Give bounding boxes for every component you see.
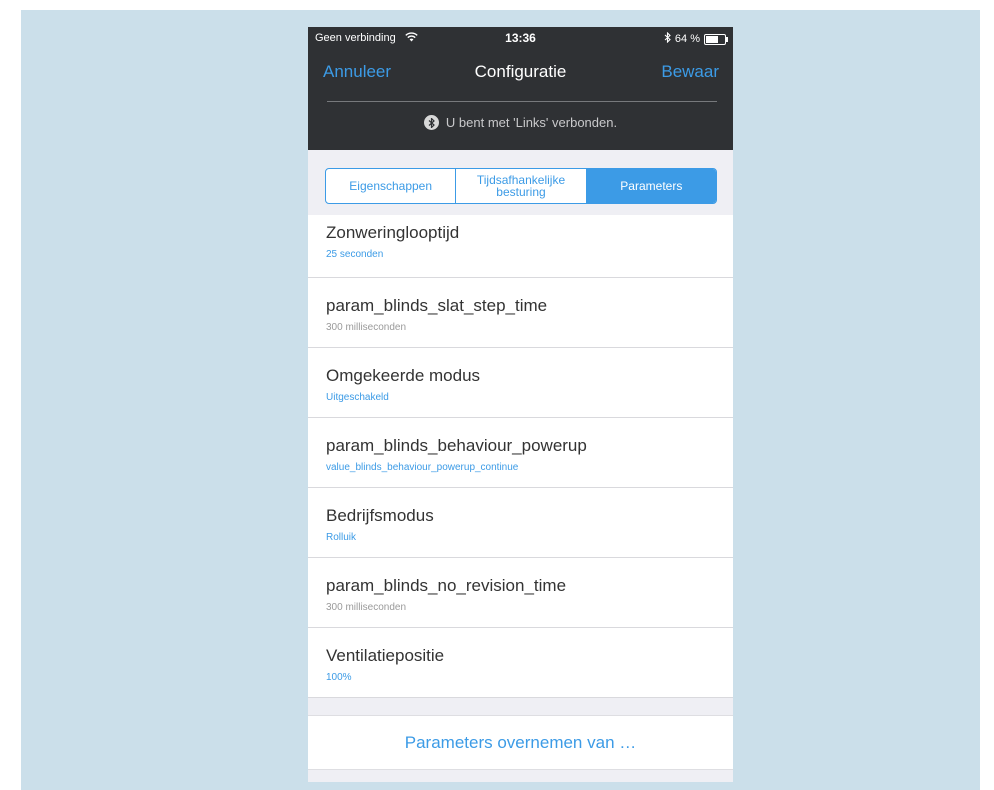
parameter-title: param_blinds_behaviour_powerup (326, 436, 587, 455)
battery-percentage: 64 % (674, 33, 700, 45)
status-right: 64 % (664, 31, 728, 46)
connection-message: U bent met 'Links' verbonden. (445, 115, 618, 130)
parameter-value: 300 milliseconden (326, 602, 407, 613)
parameter-list: Zonweringlooptijd 25 seconden param_blinds… (308, 215, 733, 698)
parameter-value: 100% (326, 672, 352, 683)
battery-level (706, 35, 718, 43)
parameter-row[interactable]: Bedrijfsmodus Rolluik (308, 488, 733, 558)
parameter-title: param_blinds_no_revision_time (326, 576, 567, 595)
battery-icon (704, 33, 728, 45)
parameter-row[interactable]: Zonweringlooptijd 25 seconden (308, 215, 733, 278)
connection-status: U bent met 'Links' verbonden. (308, 115, 733, 130)
parameter-value: Rolluik (326, 532, 357, 543)
tab-tijdsafhankelijke-besturing[interactable]: Tijdsafhankelijke besturing (455, 169, 585, 203)
parameter-row[interactable]: param_blinds_slat_step_time 300 milliseco… (308, 278, 733, 348)
parameter-row[interactable]: Ventilatiepositie 100% (308, 628, 733, 698)
copy-parameters-button[interactable]: Parameters overnemen van … (308, 715, 733, 770)
parameter-title: Ventilatiepositie (326, 646, 445, 665)
tab-eigenschappen[interactable]: Eigenschappen (326, 169, 455, 203)
segmented-control: Eigenschappen Tijdsafhankelijke besturin… (325, 168, 717, 204)
parameter-row[interactable]: param_blinds_behaviour_powerup value_blin… (308, 418, 733, 488)
parameter-title: param_blinds_slat_step_time (326, 296, 548, 315)
parameter-row[interactable]: param_blinds_no_revision_time 300 millise… (308, 558, 733, 628)
parameter-row[interactable]: Omgekeerde modus Uitgeschakeld (308, 348, 733, 418)
parameter-title: Omgekeerde modus (326, 366, 481, 385)
tab-parameters[interactable]: Parameters (585, 169, 716, 203)
parameter-value: value_blinds_behaviour_powerup_continue (326, 462, 519, 473)
header: Geen verbinding 13:36 64 % Annuleer Conf… (308, 27, 733, 150)
parameter-title: Bedrijfsmodus (326, 506, 434, 525)
status-bar: Geen verbinding 13:36 64 % (308, 27, 733, 49)
bluetooth-icon (423, 115, 439, 130)
bluetooth-icon (664, 31, 671, 46)
parameter-value: 300 milliseconden (326, 322, 407, 333)
save-button[interactable]: Bewaar (661, 62, 719, 82)
parameter-title: Zonweringlooptijd (326, 223, 460, 242)
phone-screen: Geen verbinding 13:36 64 % Annuleer Conf… (308, 27, 733, 782)
parameter-value: 25 seconden (326, 249, 384, 260)
parameter-value: Uitgeschakeld (326, 392, 389, 403)
navigation-bar: Annuleer Configuratie Bewaar (308, 55, 733, 95)
page: Geen verbinding 13:36 64 % Annuleer Conf… (0, 0, 994, 790)
header-divider (327, 101, 717, 102)
